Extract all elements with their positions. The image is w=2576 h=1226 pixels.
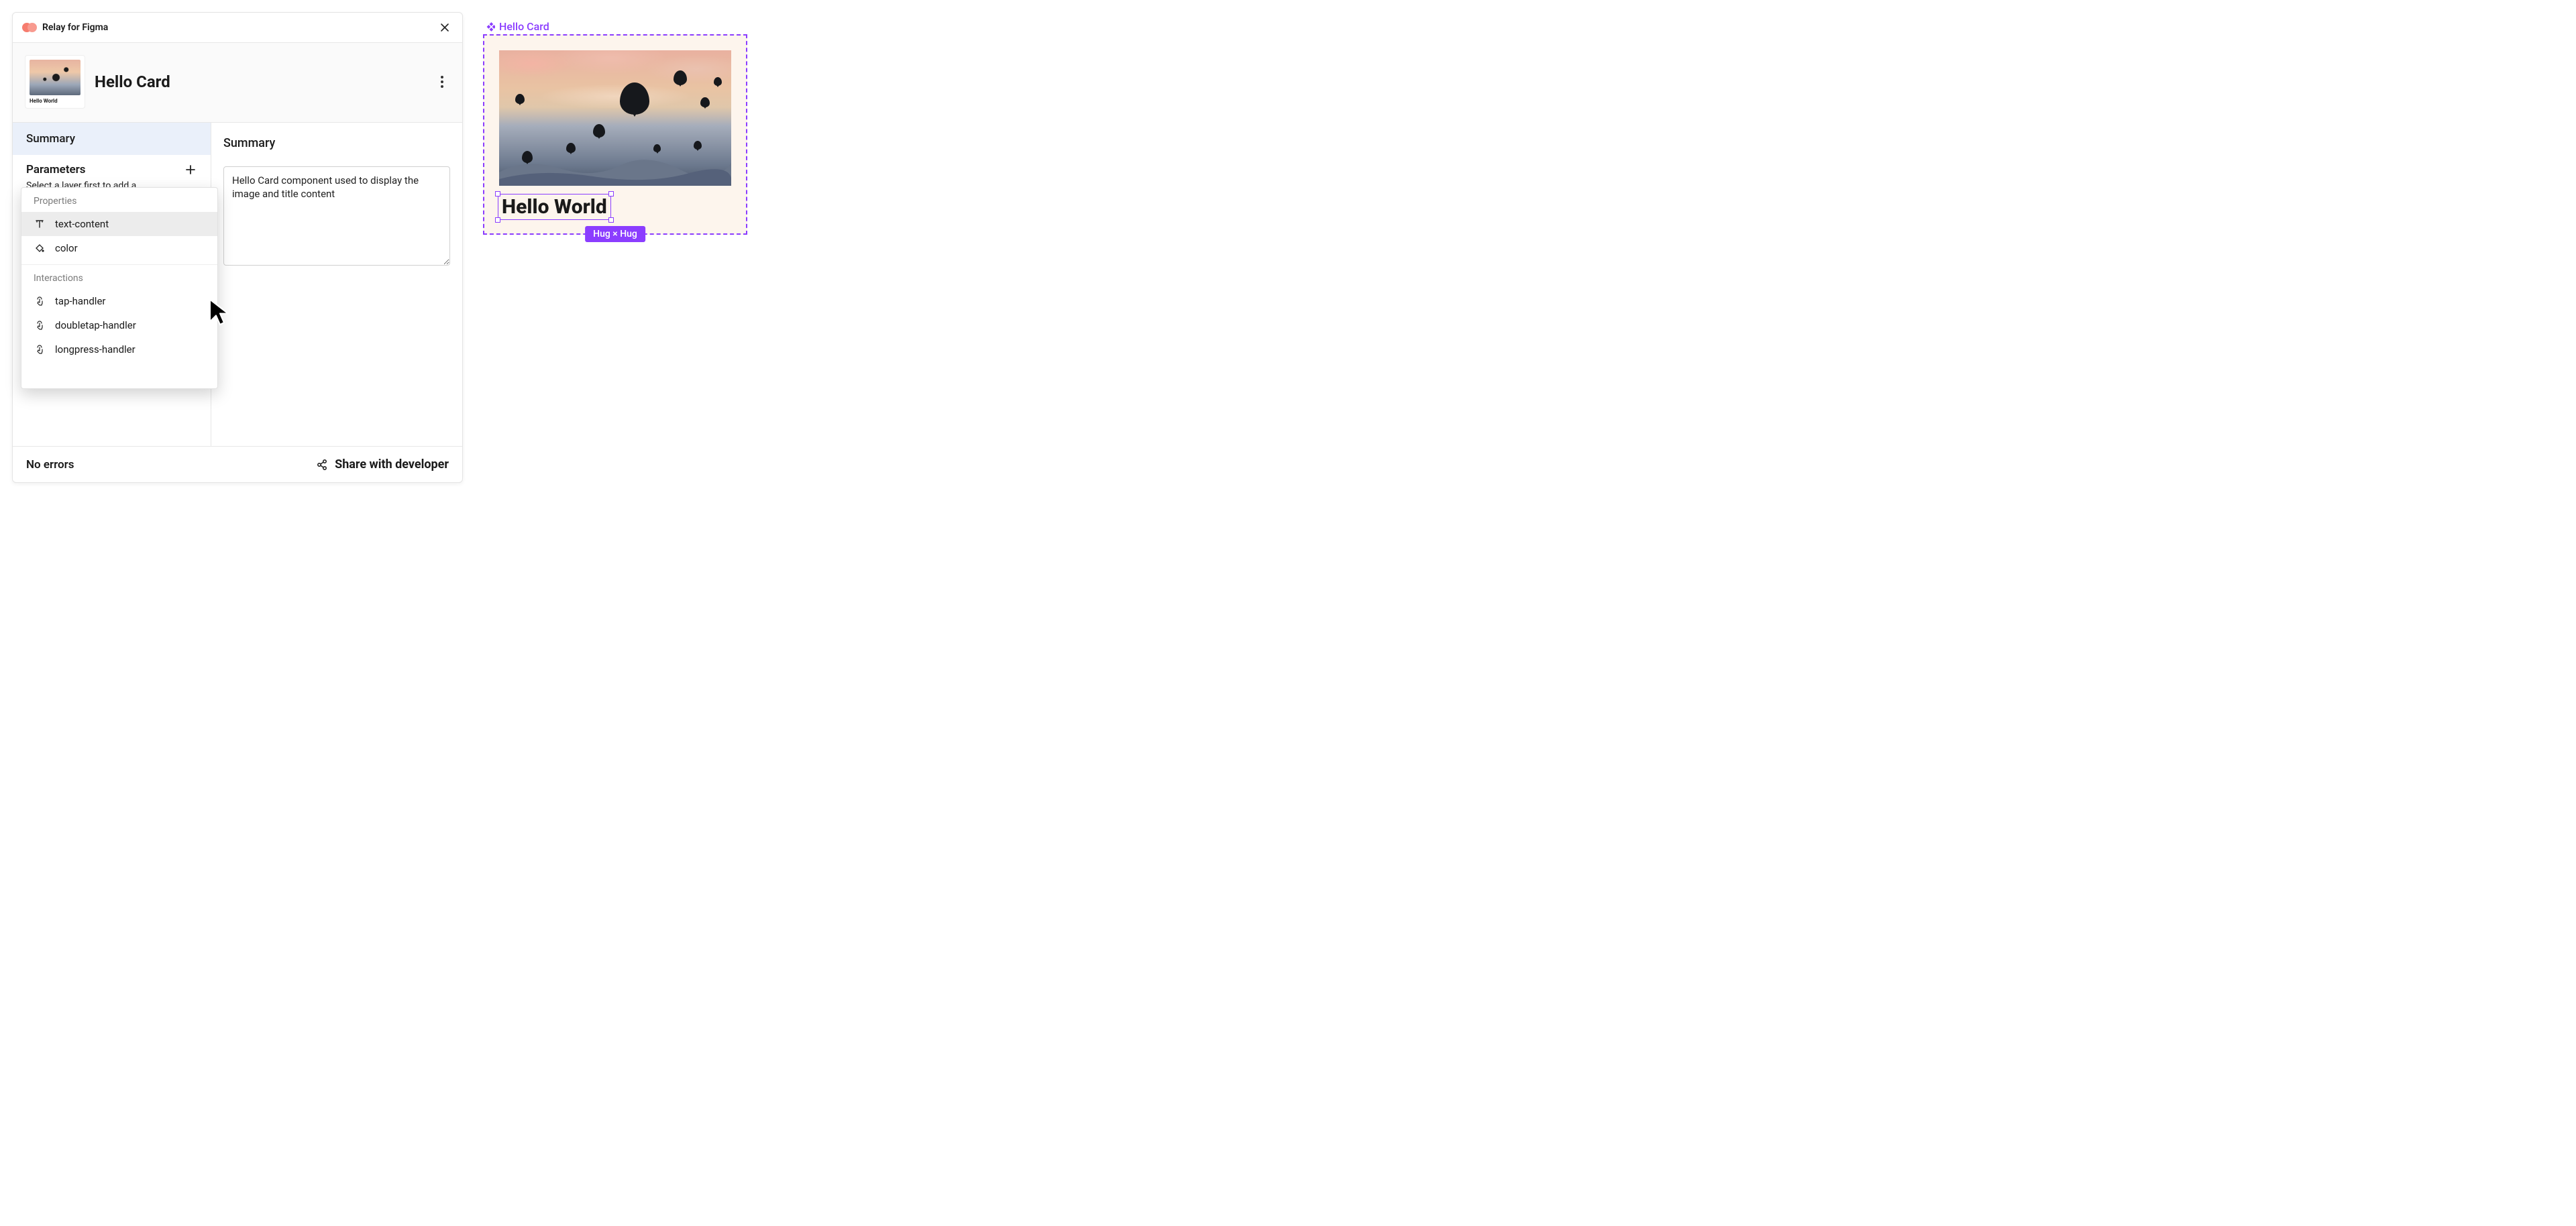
dropdown-item-label: color <box>55 242 78 254</box>
tap-icon <box>34 295 46 307</box>
kebab-dot-icon <box>441 85 443 88</box>
figma-canvas[interactable]: Hello Card Hello World <box>483 20 747 235</box>
panel-header: Hello World Hello Card <box>13 43 462 123</box>
component-frame[interactable]: Hello World Hug × Hug <box>483 34 747 235</box>
component-icon <box>486 22 495 32</box>
share-with-developer-button[interactable]: Share with developer <box>316 457 449 471</box>
component-title: Hello Card <box>95 72 170 91</box>
dropdown-item-label: tap-handler <box>55 295 105 307</box>
tap-icon <box>34 319 46 331</box>
parameters-title: Parameters <box>26 163 86 176</box>
kebab-dot-icon <box>441 76 443 78</box>
sidebar-section-parameters: Parameters <box>13 155 211 180</box>
dropdown-item-longpress-handler[interactable]: longpress-handler <box>21 337 217 361</box>
fill-icon <box>34 242 46 254</box>
share-icon <box>316 459 328 471</box>
kebab-dot-icon <box>441 80 443 83</box>
card-image[interactable] <box>499 50 731 186</box>
dropdown-group-label: Interactions <box>21 265 217 289</box>
text-icon <box>34 218 46 230</box>
dropdown-item-label: longpress-handler <box>55 343 136 355</box>
summary-textarea[interactable] <box>223 166 450 266</box>
autolayout-size-pill: Hug × Hug <box>585 226 645 242</box>
add-parameter-dropdown: Properties text-content color Interactio… <box>21 187 218 389</box>
plugin-panel: Relay for Figma Hello World Hello Card S… <box>12 12 463 483</box>
dropdown-item-label: text-content <box>55 218 109 230</box>
component-thumbnail: Hello World <box>25 55 85 109</box>
tap-icon <box>34 343 46 355</box>
thumbnail-image <box>30 60 80 95</box>
dropdown-item-doubletap-handler[interactable]: doubletap-handler <box>21 313 217 337</box>
close-icon <box>439 22 450 33</box>
plugin-title: Relay for Figma <box>42 22 108 33</box>
add-parameter-button[interactable] <box>184 163 197 176</box>
plus-icon <box>185 164 196 175</box>
dropdown-item-label: doubletap-handler <box>55 319 136 331</box>
content-title: Summary <box>223 136 450 150</box>
selected-text-node[interactable]: Hello World <box>499 195 610 219</box>
dropdown-item-color[interactable]: color <box>21 236 217 260</box>
overflow-menu-button[interactable] <box>434 74 450 90</box>
panel-titlebar: Relay for Figma <box>13 13 462 43</box>
component-label[interactable]: Hello Card <box>486 20 747 33</box>
plugin-logo-icon <box>22 23 37 32</box>
sidebar-item-label: Summary <box>26 132 75 146</box>
component-label-text: Hello Card <box>499 20 549 33</box>
share-button-label: Share with developer <box>335 457 449 471</box>
thumbnail-caption: Hello World <box>30 98 80 104</box>
sidebar: Summary Parameters Select a layer first … <box>13 123 211 446</box>
dropdown-item-text-content[interactable]: text-content <box>21 212 217 236</box>
dropdown-group-label: Properties <box>21 188 217 212</box>
dropdown-item-tap-handler[interactable]: tap-handler <box>21 289 217 313</box>
sidebar-item-summary[interactable]: Summary <box>13 123 211 155</box>
panel-footer: No errors Share with developer <box>13 446 462 482</box>
content-area: Summary <box>211 123 462 446</box>
panel-body: Summary Parameters Select a layer first … <box>13 123 462 446</box>
footer-status: No errors <box>26 458 74 471</box>
close-button[interactable] <box>437 19 453 36</box>
card-title-text[interactable]: Hello World <box>499 195 610 219</box>
